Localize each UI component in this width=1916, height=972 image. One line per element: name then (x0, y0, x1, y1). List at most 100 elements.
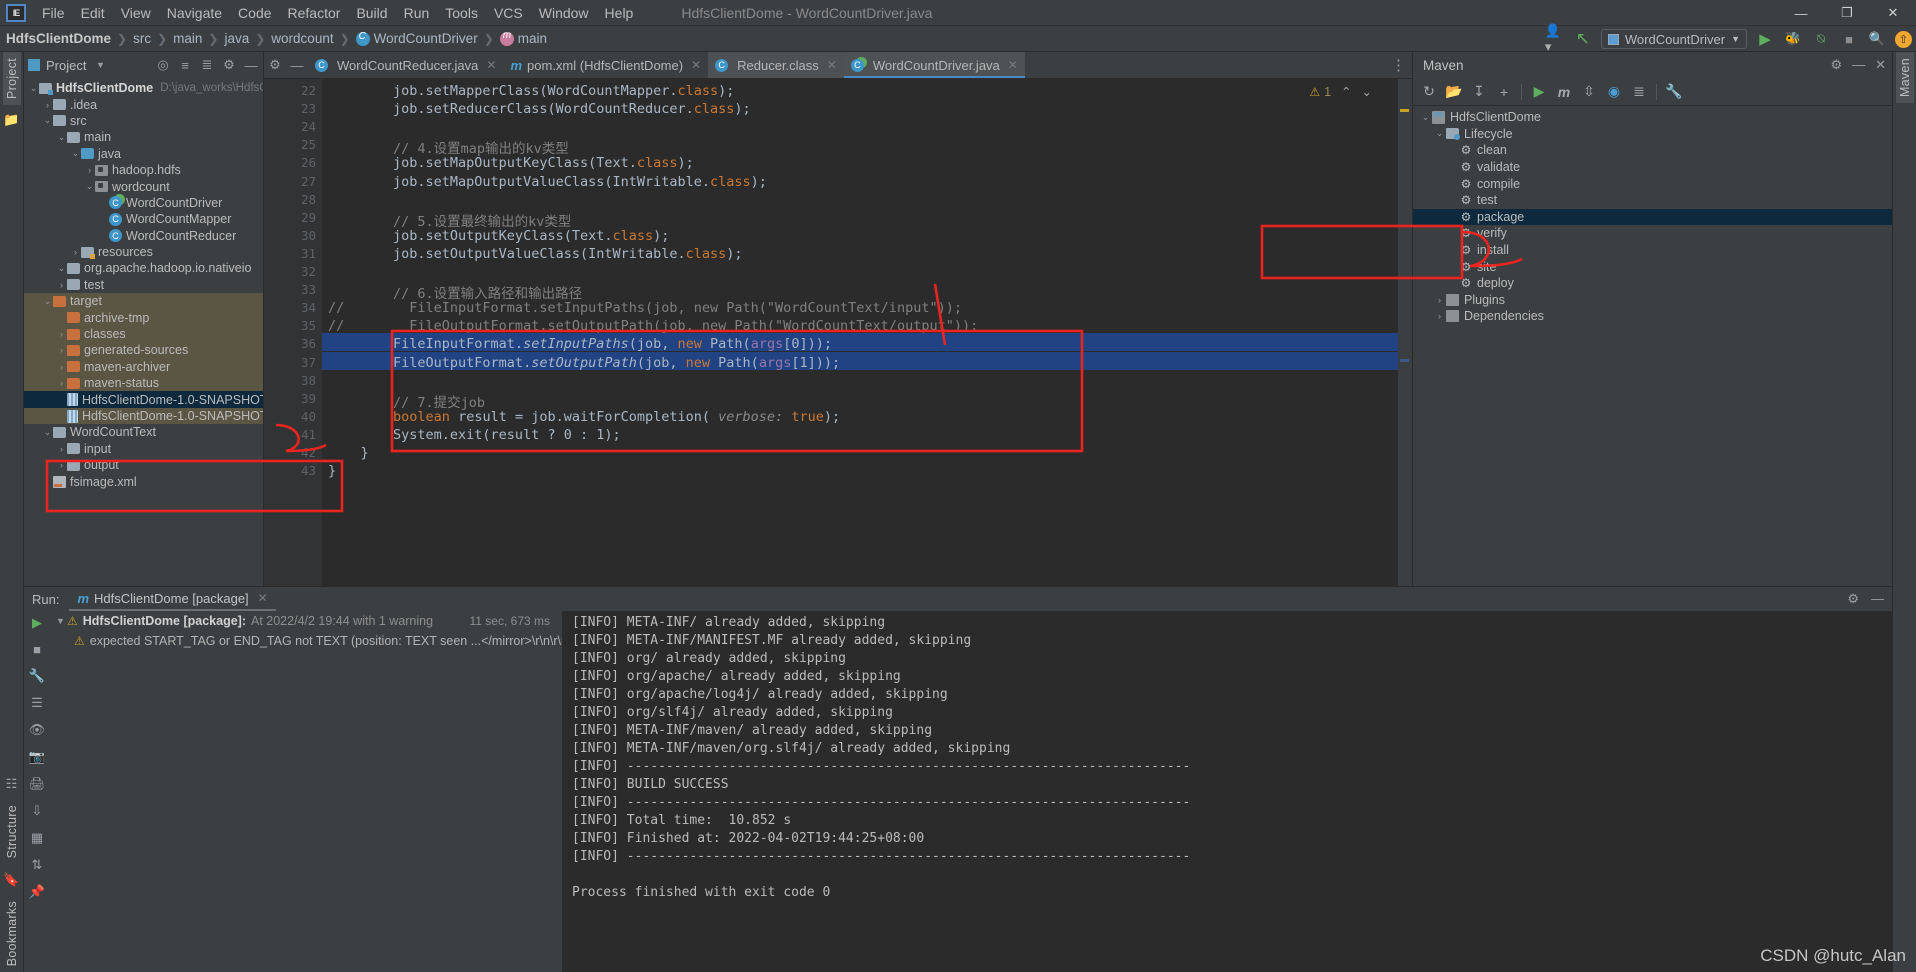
add-module-icon[interactable]: 📂 (1443, 81, 1465, 103)
chevron-right-icon[interactable]: › (56, 378, 67, 388)
chevron-right-icon[interactable]: › (42, 100, 53, 110)
maximize-button[interactable]: ❐ (1824, 0, 1870, 26)
chevron-right-icon[interactable]: › (56, 460, 67, 470)
editor-warning-counter[interactable]: ⚠ 1 ⌃ ⌄ (1309, 84, 1372, 100)
editor-tab-wordcountdriver-java[interactable]: C WordCountDriver.java ✕ (843, 52, 1025, 78)
maven-tree-row[interactable]: ⚙ package (1413, 208, 1892, 226)
breadcrumb-item-wordcountdriver[interactable]: WordCountDriver (355, 31, 478, 46)
code-line[interactable]: // 5.设置最终输出的kv类型 (328, 210, 571, 230)
code-line[interactable]: job.setMapperClass(WordCountMapper.class… (328, 83, 734, 99)
code-line[interactable]: job.setOutputValueClass(IntWritable.clas… (328, 246, 743, 262)
code-line[interactable]: job.setReducerClass(WordCountReducer.cla… (328, 101, 751, 117)
project-tree-row[interactable]: ⌄ HdfsClientDome D:\java_works\HdfsClientD (24, 80, 263, 96)
run-warning-row[interactable]: ⚠ expected START_TAG or END_TAG not TEXT… (50, 631, 607, 651)
right-tool-strip[interactable]: Maven (1892, 52, 1916, 972)
collapse-icon[interactable]: ≣ (1628, 81, 1650, 103)
debug-icon[interactable]: 🐝 (1783, 29, 1803, 49)
chevron-right-icon[interactable]: › (1433, 295, 1446, 305)
rerun-icon[interactable]: ▶ (32, 615, 42, 631)
menu-view[interactable]: View (113, 3, 159, 23)
breadcrumb-item-hdfsclientdome[interactable]: HdfsClientDome (6, 31, 111, 46)
run-actions-strip[interactable]: ▶ ■ 🔧 ☰ 👁 📷 🖨 ⇩ ▦ ⇅ 📌 (24, 611, 50, 972)
code-line[interactable]: job.setOutputKeyClass(Text.class); (328, 228, 669, 244)
grid-icon[interactable]: ▦ (31, 830, 43, 846)
code-line[interactable]: // FileOutputFormat.setOutputPath(job, n… (328, 318, 978, 334)
chevron-down-icon[interactable]: ⌄ (42, 296, 53, 307)
run-settings-icon[interactable]: ⚙ (1847, 591, 1859, 607)
download-sources-icon[interactable]: ↧ (1468, 81, 1490, 103)
code-line[interactable]: // 4.设置map输出的kv类型 (328, 137, 569, 157)
run-tree-row[interactable]: ▼ ⚠ HdfsClientDome [package]: At 2022/4/… (50, 611, 562, 631)
close-icon[interactable]: ✕ (691, 58, 701, 72)
sidebar-tab-structure[interactable]: Structure (3, 799, 21, 864)
chevron-down-icon[interactable]: ⌄ (56, 263, 67, 274)
chevron-down-icon[interactable]: ⌄ (1419, 112, 1432, 123)
project-tree-row[interactable]: › maven-archiver (24, 358, 263, 376)
run-tab[interactable]: m HdfsClientDome [package] ✕ (69, 587, 276, 611)
project-tree-row[interactable]: ⌄ wordcount (24, 178, 263, 194)
code-line[interactable]: // 7.提交job (328, 391, 485, 411)
code-line[interactable]: boolean result = job.waitForCompletion( … (328, 409, 840, 425)
maven-settings-icon[interactable]: ⚙ (1830, 57, 1842, 73)
chevron-right-icon[interactable]: › (70, 247, 81, 257)
maven-close-icon[interactable]: ✕ (1875, 57, 1886, 73)
code-line[interactable]: FileInputFormat.setInputPaths(job, new P… (328, 336, 832, 352)
code-line[interactable]: job.setMapOutputValueClass(IntWritable.c… (328, 174, 767, 190)
skip-tests-icon[interactable]: ◉ (1603, 81, 1625, 103)
console-output[interactable]: [INFO] META-INF/ already added, skipping… (562, 611, 1892, 972)
menu-bar[interactable]: File Edit View Navigate Code Refactor Build Run… (34, 3, 641, 23)
maven-tree-row[interactable]: ⚙ test (1413, 192, 1892, 209)
collapse-all-icon[interactable]: ≣ (199, 57, 215, 73)
sort-icon[interactable]: ⇅ (32, 857, 43, 873)
close-button[interactable]: ✕ (1870, 0, 1916, 26)
toggle-offline-icon[interactable]: ⇳ (1578, 81, 1600, 103)
project-tree-row[interactable]: › resources (24, 244, 263, 260)
tab-hide-icon[interactable]: — (286, 52, 308, 78)
sidebar-tab-project[interactable]: Project (2, 52, 21, 106)
menu-code[interactable]: Code (230, 3, 279, 23)
code-line[interactable]: // 6.设置输入路径和输出路径 (328, 282, 582, 302)
close-icon[interactable]: ✕ (827, 58, 837, 72)
chevron-down-icon[interactable]: ⌄ (42, 115, 53, 126)
project-tree-row[interactable]: C WordCountDriver (24, 195, 263, 211)
maven-tree-row[interactable]: ⚙ clean (1413, 142, 1892, 159)
project-tree-row[interactable]: › maven-status (24, 375, 263, 392)
filter-icon[interactable]: ☰ (31, 695, 43, 711)
user-icon[interactable]: 👤▾ (1545, 23, 1565, 54)
run-tree[interactable]: ▼ ⚠ HdfsClientDome [package]: At 2022/4/… (50, 611, 607, 972)
chevron-right-icon[interactable]: › (1433, 311, 1446, 321)
maven-toolbar[interactable]: ↻ 📂 ↧ + ▶ m ⇳ ◉ ≣ 🔧 (1413, 78, 1892, 106)
breadcrumb-item-java[interactable]: java (224, 31, 249, 46)
chevron-right-icon[interactable]: › (84, 165, 95, 175)
project-tree-row[interactable]: ⌄ target (24, 293, 263, 310)
wrench-icon[interactable]: 🔧 (1663, 81, 1685, 103)
code-line[interactable]: } (328, 463, 336, 479)
code-line[interactable]: FileOutputFormat.setOutputPath(job, new … (328, 355, 840, 371)
maven-tree-row[interactable]: ⌄ HdfsClientDome (1413, 109, 1892, 126)
camera-icon[interactable]: 📷 (29, 749, 45, 765)
editor-tabs[interactable]: C WordCountReducer.java ✕ m pom.xml (HdfsCli… (308, 52, 1025, 78)
maven-tree-row[interactable]: ⚙ site (1413, 258, 1892, 275)
maven-tree-row[interactable]: ⚙ validate (1413, 159, 1892, 176)
update-icon[interactable]: ⇧ (1895, 30, 1912, 48)
reload-icon[interactable]: ↻ (1418, 81, 1440, 103)
print-icon[interactable]: 🖨 (29, 776, 46, 792)
project-tree-row[interactable]: › output (24, 457, 263, 473)
menu-tools[interactable]: Tools (437, 3, 486, 23)
navbar-actions[interactable]: 👤▾ ↖ WordCountDriver ▼ ▶ 🐝 ⍉ ■ 🔍 ⇧ (1545, 23, 1912, 54)
maven-tree-row[interactable]: ⚙ verify (1413, 225, 1892, 242)
maven-tree-row[interactable]: ⚙ install (1413, 242, 1892, 259)
chevron-right-icon[interactable]: › (56, 280, 67, 290)
maven-tree-row[interactable]: ⚙ compile (1413, 175, 1892, 192)
editor-tab-bar[interactable]: ⚙ — C WordCountReducer.java ✕ m pom.xml (Hdf… (264, 52, 1412, 79)
project-tree-row[interactable]: ⌄ WordCountText (24, 424, 263, 440)
chevron-right-icon[interactable]: › (56, 362, 67, 372)
structure-icon[interactable]: ☷ (6, 776, 18, 792)
prev-problem-icon[interactable]: ⌃ (1341, 84, 1351, 99)
project-tree-row[interactable]: fsimage.xml (24, 473, 263, 489)
tab-settings-icon[interactable]: ⚙ (264, 52, 286, 78)
chevron-down-icon[interactable]: ▼ (54, 616, 67, 626)
run-configuration-selector[interactable]: WordCountDriver ▼ (1600, 29, 1747, 49)
close-icon[interactable]: ✕ (1008, 58, 1018, 72)
error-stripe-mark[interactable] (1400, 359, 1409, 362)
